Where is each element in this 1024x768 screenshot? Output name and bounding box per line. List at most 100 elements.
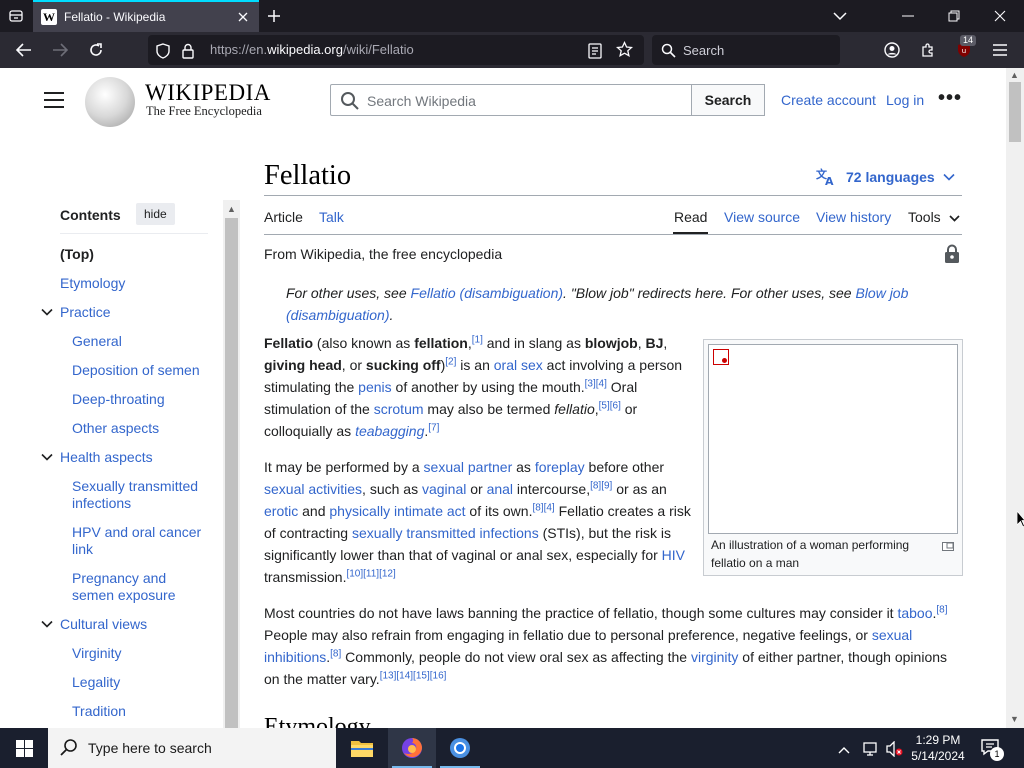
volume-muted-icon[interactable] [886,740,904,758]
toc-item-top[interactable]: (Top) [60,246,94,263]
toc-scroll-thumb[interactable] [225,218,238,728]
enlarge-image-icon[interactable] [942,538,954,556]
list-all-tabs-chevron-icon[interactable] [830,6,850,26]
browser-tab-active[interactable]: W Fellatio - Wikipedia [33,0,259,32]
window-restore-icon[interactable] [942,6,966,26]
link-vaginal[interactable]: vaginal [422,481,466,497]
toc-item-etymology[interactable]: Etymology [60,275,125,292]
link-erotic[interactable]: erotic [264,503,298,519]
taskbar-search-box[interactable]: Type here to search [48,728,336,768]
firefox-taskbar-icon[interactable] [388,728,436,768]
hatnote-link-disambiguation[interactable]: Fellatio (disambiguation) [411,285,564,301]
protection-lock-icon[interactable] [944,244,960,264]
link-oral-sex[interactable]: oral sex [494,357,543,373]
toc-collapse-chevron-icon[interactable] [41,451,53,463]
link-hiv[interactable]: HIV [662,547,685,563]
log-in-link[interactable]: Log in [886,92,924,108]
system-clock[interactable]: 1:29 PM 5/14/2024 [906,732,970,764]
toc-item-deposition-of-semen[interactable]: Deposition of semen [72,362,200,379]
secure-lock-icon[interactable] [182,42,194,60]
windows-start-icon[interactable] [0,728,48,768]
reload-icon[interactable] [84,38,108,62]
toc-item-sti[interactable]: Sexually transmitted infections [72,478,212,512]
link-taboo[interactable]: taboo [897,605,932,621]
toc-item-virginity[interactable]: Virginity [72,645,122,662]
infobox-caption: An illustration of a woman performing fe… [711,538,910,570]
mouse-cursor-icon [1017,510,1024,528]
hatnote-link-blow-job[interactable]: Blow job (disambiguation) [286,285,908,323]
toc-item-health-aspects[interactable]: Health aspects [60,449,153,466]
show-hidden-icons-chevron-icon[interactable] [838,741,850,759]
site-subtitle: From Wikipedia, the free encyclopedia [264,246,503,262]
language-button[interactable]: 文A 72 languages [816,168,955,186]
link-virginity[interactable]: virginity [691,649,738,665]
create-account-link[interactable]: Create account [781,92,876,108]
toc-item-practice[interactable]: Practice [60,304,111,321]
search-button[interactable]: Search [692,84,765,116]
scroll-up-arrow-icon[interactable]: ▲ [227,204,236,214]
toc-hide-button[interactable]: hide [136,203,175,225]
toc-item-other-aspects[interactable]: Other aspects [72,420,159,437]
wikipedia-search-input[interactable]: Search Wikipedia [330,84,692,116]
chrome-taskbar-icon[interactable] [436,728,484,768]
new-tab-plus-icon[interactable] [264,6,284,26]
toc-collapse-chevron-icon[interactable] [41,618,53,630]
page-scrollbar[interactable]: ▲ ▼ [1006,68,1024,728]
link-sexual-activities[interactable]: sexual activities [264,481,362,497]
section-heading-etymology: Etymology [264,714,371,728]
link-sti[interactable]: sexually transmitted infections [352,525,539,541]
network-icon[interactable] [862,740,880,758]
firefox-view-icon[interactable] [4,4,28,28]
tab-tools[interactable]: Tools [908,209,960,225]
file-explorer-icon[interactable] [338,728,386,768]
link-sexual-partner[interactable]: sexual partner [424,459,513,475]
browser-search-placeholder: Search [683,43,725,58]
bookmark-star-icon[interactable] [616,41,633,59]
tab-title: Fellatio - Wikipedia [64,10,166,24]
infobox-image[interactable] [708,344,958,534]
link-physically-intimate-act[interactable]: physically intimate act [329,503,465,519]
tab-view-source[interactable]: View source [724,209,800,225]
tab-article[interactable]: Article [264,209,303,225]
window-minimize-icon[interactable] [896,6,920,26]
tracking-protection-shield-icon[interactable] [156,42,170,60]
toc-item-tradition[interactable]: Tradition [72,703,126,720]
toc-scrollbar[interactable]: ▲ [223,200,240,728]
main-menu-icon[interactable] [44,92,64,108]
scroll-up-arrow-icon[interactable]: ▲ [1010,70,1019,80]
account-icon[interactable] [880,38,904,62]
page-scroll-thumb[interactable] [1009,82,1021,142]
link-teabagging[interactable]: teabagging [355,423,424,439]
toc-item-hpv-oral-cancer[interactable]: HPV and oral cancer link [72,524,212,558]
forward-arrow-icon[interactable] [48,38,72,62]
window-close-icon[interactable] [988,6,1012,26]
close-tab-icon[interactable] [233,7,253,27]
toc-item-deep-throating[interactable]: Deep-throating [72,391,165,408]
link-scrotum[interactable]: scrotum [374,401,424,417]
url-text[interactable]: https://en.wikipedia.org/wiki/Fellatio [210,42,414,57]
toc-item-pregnancy[interactable]: Pregnancy and semen exposure [72,570,212,604]
hamburger-menu-icon[interactable] [988,38,1012,62]
reader-view-icon[interactable] [588,42,602,60]
browser-search-bar[interactable]: Search [652,35,840,65]
back-arrow-icon[interactable] [12,38,36,62]
extensions-puzzle-icon[interactable] [916,38,940,62]
scroll-down-arrow-icon[interactable]: ▼ [1010,714,1019,724]
link-sexual-inhibitions[interactable]: sexual inhibitions [264,627,912,665]
more-options-icon[interactable]: ••• [938,88,962,108]
link-anal[interactable]: anal [487,481,513,497]
hatnote: For other uses, see Fellatio (disambigua… [286,285,909,323]
tab-read[interactable]: Read [674,209,707,225]
toc-item-cultural-views[interactable]: Cultural views [60,616,147,633]
article-paragraph: Most countries do not have laws banning … [264,604,948,687]
wikipedia-wordmark[interactable]: WIKIPEDIA [145,80,271,106]
url-bar[interactable]: https://en.wikipedia.org/wiki/Fellatio [148,35,644,65]
link-penis[interactable]: penis [358,379,391,395]
tab-view-history[interactable]: View history [816,209,891,225]
link-foreplay[interactable]: foreplay [535,459,585,475]
toc-item-general[interactable]: General [72,333,122,350]
toc-collapse-chevron-icon[interactable] [41,306,53,318]
tab-talk[interactable]: Talk [319,209,344,225]
wikipedia-logo-globe-icon[interactable] [85,77,135,127]
toc-item-legality[interactable]: Legality [72,674,120,691]
